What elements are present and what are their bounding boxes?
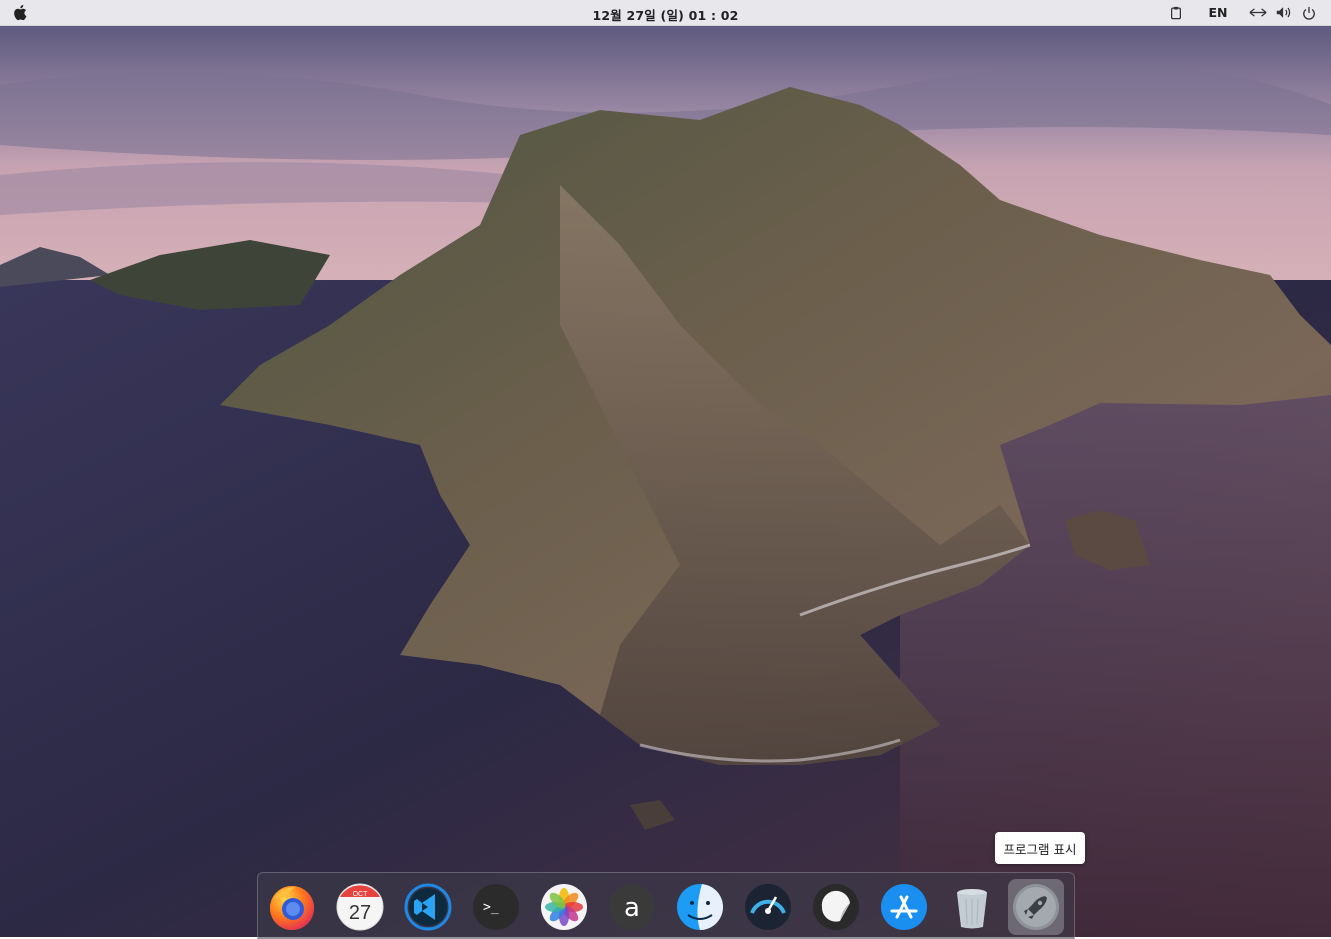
photos-icon [541,884,587,930]
network-icon[interactable] [1247,3,1269,22]
clock-label[interactable]: 12월 27일 (일) 01 : 02 [592,8,738,23]
a-letter-icon: a [609,884,655,930]
dock: OCT 27 >_ a [257,872,1075,939]
finder-icon [677,884,723,930]
calendar-month: OCT [353,891,369,898]
wallpaper-image [0,25,1331,937]
speedometer-icon [745,884,791,930]
power-icon[interactable] [1299,3,1319,22]
appstore-icon [881,884,927,930]
apple-logo-icon[interactable] [11,3,31,22]
dock-item-sticker[interactable] [808,879,864,935]
rocket-icon [1013,884,1059,930]
a-letter: a [624,893,640,923]
terminal-prompt: >_ [483,900,499,915]
dock-item-appstore[interactable] [876,879,932,935]
clipboard-icon[interactable] [1167,3,1185,22]
dock-item-calendar[interactable]: OCT 27 [332,879,388,935]
dock-item-terminal[interactable]: >_ [468,879,524,935]
dock-item-monitor[interactable] [740,879,796,935]
sticker-icon [813,884,859,930]
dock-item-finder[interactable] [672,879,728,935]
dock-item-launchpad[interactable] [1008,879,1064,935]
vscode-icon [404,883,452,931]
tooltip-label: 프로그램 표시 [1003,841,1077,857]
volume-icon[interactable] [1273,3,1295,22]
dock-item-photos[interactable] [536,879,592,935]
dock-tooltip: 프로그램 표시 [995,832,1085,864]
dock-item-vscode[interactable] [400,879,456,935]
trash-icon [957,889,987,929]
terminal-icon: >_ [473,884,519,930]
dock-item-firefox[interactable] [264,879,320,935]
calendar-icon: OCT 27 [336,883,384,931]
dock-item-a-app[interactable]: a [604,879,660,935]
language-indicator[interactable]: EN [1203,3,1233,22]
dock-item-trash[interactable] [944,879,1000,935]
desktop: 12월 27일 (일) 01 : 02 EN 프로그램 표시 OCT 27 >_… [0,0,1331,939]
menu-bar: 12월 27일 (일) 01 : 02 EN [0,0,1331,26]
calendar-day: 27 [349,902,371,924]
firefox-icon [270,886,314,930]
